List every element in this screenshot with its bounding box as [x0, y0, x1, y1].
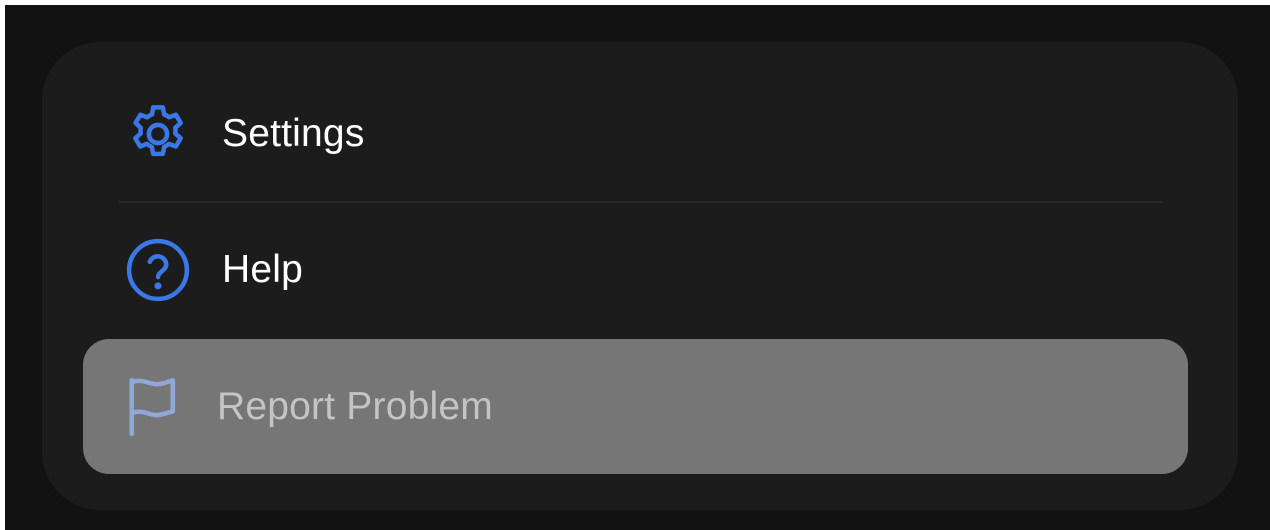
- gear-icon: [123, 99, 193, 169]
- menu-item-settings[interactable]: Settings: [88, 66, 1193, 201]
- menu-item-label: Settings: [222, 111, 365, 155]
- menu-item-label: Report Problem: [217, 384, 493, 428]
- question-circle-icon: [123, 235, 193, 305]
- page-background: Settings Help Report Problem: [5, 5, 1270, 530]
- menu-item-help[interactable]: Help: [88, 202, 1193, 337]
- flag-icon: [118, 372, 188, 442]
- menu-item-report-problem[interactable]: Report Problem: [83, 339, 1188, 474]
- menu-item-label: Help: [222, 247, 304, 291]
